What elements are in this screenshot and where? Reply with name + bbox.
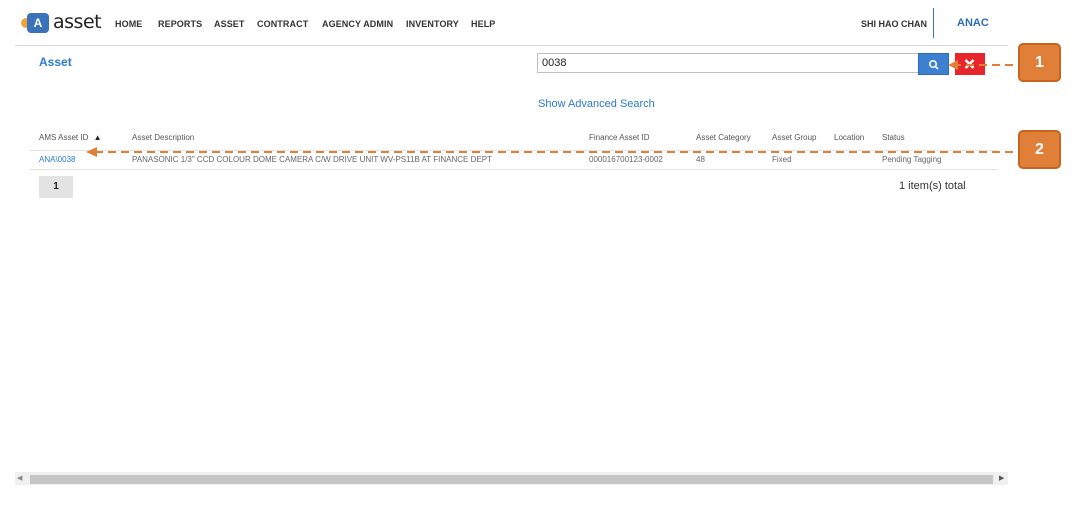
callout-1-arrowhead (948, 60, 958, 70)
annotation-overlay (86, 60, 1013, 157)
callout-1-badge: 1 (1018, 43, 1061, 82)
callout-2-badge: 2 (1018, 130, 1061, 169)
callout-2-arrowhead (86, 147, 97, 157)
